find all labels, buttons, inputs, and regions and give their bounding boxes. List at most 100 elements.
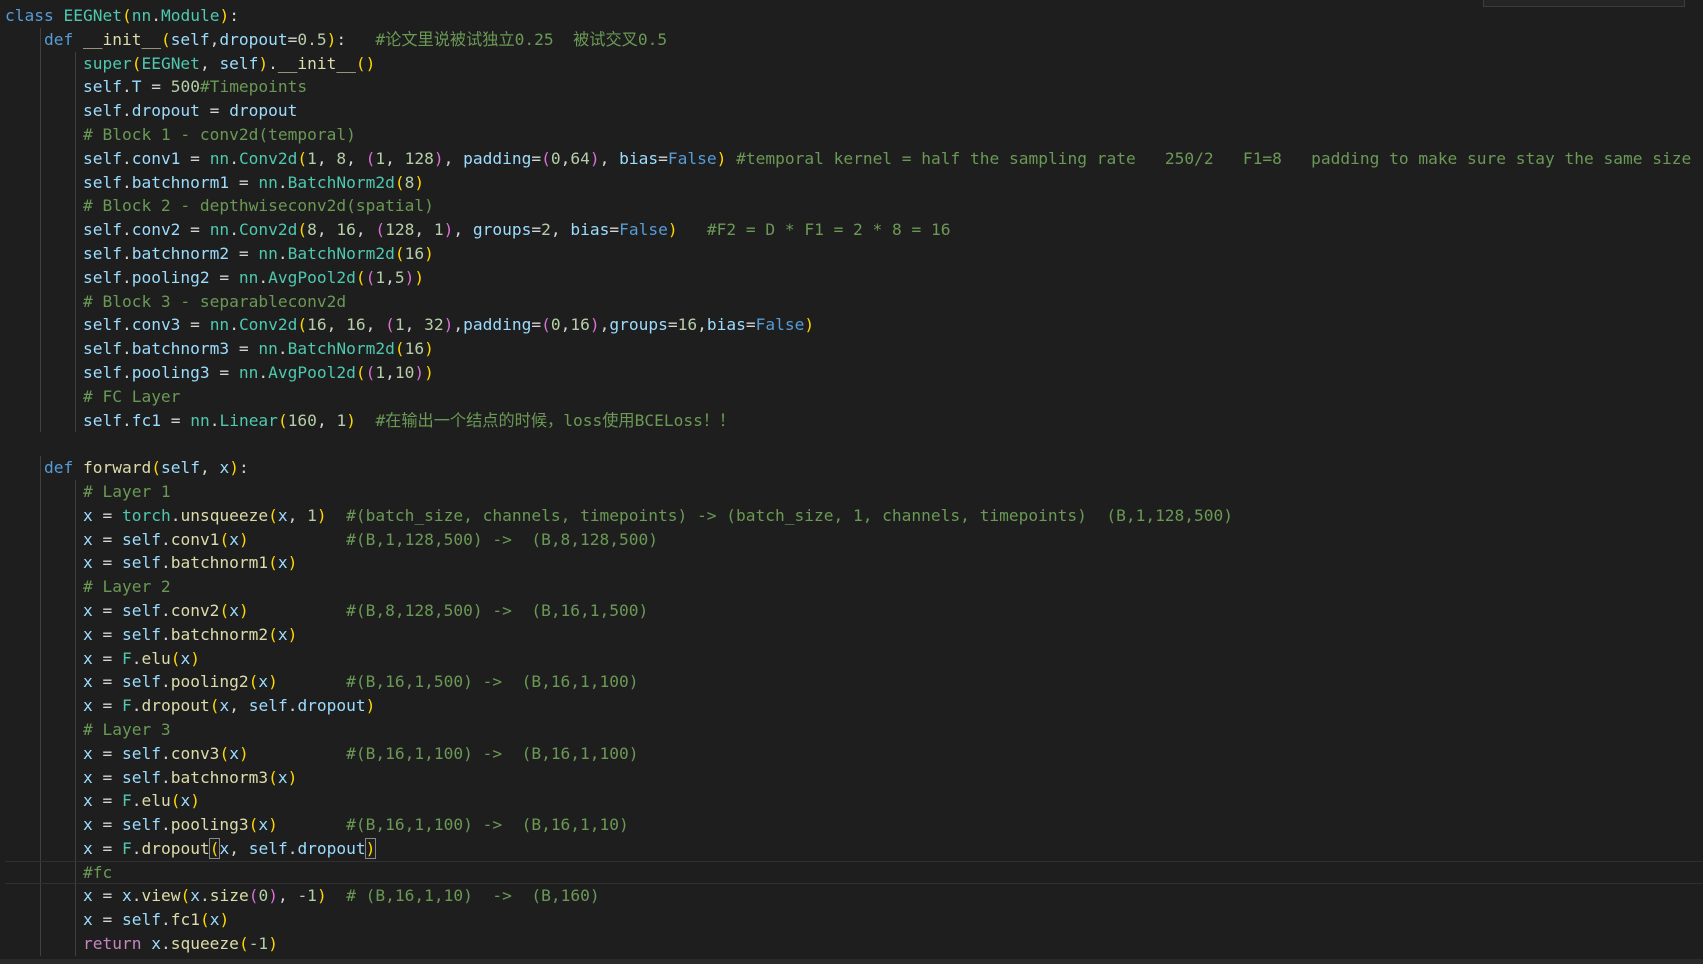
code-token: (: [121, 6, 132, 25]
code-line[interactable]: self.batchnorm1 = nn.BatchNorm2d(8): [5, 170, 1703, 195]
code-line[interactable]: # Layer 3: [5, 717, 1703, 742]
code-token: .: [229, 148, 239, 168]
code-token: ): [443, 315, 454, 335]
code-line[interactable]: # Block 2 - depthwiseconv2d(spatial): [5, 194, 1703, 219]
code-line[interactable]: x = self.conv3(x) #(B,16,1,100) -> (B,16…: [5, 741, 1703, 766]
code-token: =: [92, 624, 122, 644]
code-token: ,: [560, 315, 571, 335]
code-line[interactable]: # FC Layer: [5, 384, 1703, 409]
code-line[interactable]: self.batchnorm2 = nn.BatchNorm2d(16): [5, 241, 1703, 266]
code-line[interactable]: self.conv2 = nn.Conv2d(8, 16, (128, 1), …: [5, 218, 1703, 242]
code-line[interactable]: self.conv1 = nn.Conv2d(1, 8, (1, 128), p…: [5, 146, 1703, 171]
code-token: dropout: [141, 696, 210, 716]
code-token: :: [238, 458, 249, 478]
code-token: x: [277, 624, 288, 644]
code-token: self: [82, 220, 122, 240]
code-token: #(B,16,1,100) -> (B,16,1,100): [346, 743, 639, 763]
code-token: dropout: [229, 101, 298, 121]
code-line[interactable]: x = F.dropout(x, self.dropout): [5, 694, 1703, 718]
code-token: bias: [619, 148, 659, 168]
code-line[interactable]: x = self.batchnorm1(x): [5, 551, 1703, 576]
code-line[interactable]: x = self.fc1(x): [5, 908, 1703, 933]
code-token: 16: [307, 315, 327, 335]
code-line[interactable]: self.dropout = dropout: [5, 99, 1703, 123]
code-editor[interactable]: class EEGNet(nn.Module): def __init__(se…: [0, 0, 1703, 964]
code-token: ,: [326, 315, 347, 335]
code-token: bias: [706, 315, 746, 335]
indent-guide: [39, 194, 41, 219]
code-token: x: [82, 529, 93, 549]
code-token: 1: [307, 505, 317, 525]
code-lines[interactable]: class EEGNet(nn.Module): def __init__(se…: [5, 4, 1703, 956]
code-token: =: [667, 315, 678, 335]
code-token: conv1: [131, 148, 181, 168]
code-line[interactable]: def __init__(self,dropout=0.5): #论文里说被试独…: [5, 27, 1703, 52]
code-line[interactable]: self.T = 500#Timepoints: [5, 75, 1703, 100]
code-token: (: [268, 553, 278, 573]
code-token: =: [92, 886, 122, 906]
indent-guide: [75, 551, 77, 576]
code-token: x: [82, 886, 93, 906]
code-token: 0: [550, 148, 561, 168]
code-token: (: [277, 410, 288, 430]
code-token: x: [82, 505, 93, 525]
indent-guide: [39, 741, 41, 766]
code-token: nn: [131, 6, 152, 25]
code-line[interactable]: x = self.batchnorm2(x): [5, 622, 1703, 647]
code-line[interactable]: x = F.elu(x): [5, 789, 1703, 814]
code-line[interactable]: self.pooling2 = nn.AvgPool2d((1,5)): [5, 265, 1703, 290]
code-line[interactable]: x = torch.unsqueeze(x, 1) #(batch_size, …: [5, 503, 1703, 528]
code-token: ,: [385, 148, 405, 168]
code-token: =: [658, 148, 668, 168]
code-line[interactable]: self.pooling3 = nn.AvgPool2d((1,10)): [5, 360, 1703, 385]
code-line[interactable]: x = x.view(x.size(0), -1) # (B,16,1,10) …: [5, 884, 1703, 909]
code-token: =: [229, 339, 259, 359]
code-token: 500: [170, 77, 200, 97]
code-token: self: [82, 362, 122, 382]
code-token: ): [268, 934, 278, 954]
code-line[interactable]: x = F.dropout(x, self.dropout): [5, 836, 1703, 861]
code-token: ,: [560, 148, 571, 168]
indent-guide: [39, 99, 41, 123]
code-line[interactable]: # Layer 2: [5, 575, 1703, 599]
horizontal-scrollbar[interactable]: [0, 959, 1703, 964]
code-token: =: [92, 696, 122, 716]
code-token: =: [141, 77, 171, 97]
indent-guide: [75, 598, 77, 623]
code-line[interactable]: super(EEGNet, self).__init__(): [5, 51, 1703, 76]
code-token: 16: [404, 339, 425, 359]
code-line[interactable]: # Block 1 - conv2d(temporal): [5, 122, 1703, 147]
code-token: x: [277, 505, 288, 525]
code-line[interactable]: return x.squeeze(-1): [5, 932, 1703, 956]
code-line[interactable]: self.conv3 = nn.Conv2d(16, 16, (1, 32),p…: [5, 313, 1703, 338]
indent-guide: [75, 337, 77, 361]
code-token: =: [92, 815, 122, 835]
code-token: (: [394, 339, 405, 359]
code-line[interactable]: x = self.batchnorm3(x): [5, 765, 1703, 790]
code-line[interactable]: class EEGNet(nn.Module):: [5, 4, 1703, 28]
code-token: 0: [258, 886, 269, 906]
code-line[interactable]: self.fc1 = nn.Linear(160, 1) #在输出一个结点的时候…: [5, 408, 1703, 433]
code-line[interactable]: # Block 3 - separableconv2d: [5, 289, 1703, 314]
code-token: Linear: [219, 410, 278, 430]
code-line[interactable]: x = self.pooling2(x) #(B,16,1,500) -> (B…: [5, 670, 1703, 695]
code-line[interactable]: x = self.pooling3(x) #(B,16,1,100) -> (B…: [5, 813, 1703, 837]
code-line[interactable]: [5, 432, 1703, 456]
code-line[interactable]: #fc: [5, 860, 1703, 885]
code-token: # (B,16,1,10) -> (B,160): [346, 886, 600, 906]
code-token: forward: [82, 458, 152, 478]
code-token: nn: [238, 362, 259, 382]
code-line[interactable]: x = self.conv2(x) #(B,8,128,500) -> (B,1…: [5, 598, 1703, 623]
code-token: #在输出一个结点的时候，loss使用BCELoss！！: [375, 410, 736, 430]
indent-guide: [75, 218, 77, 242]
code-line[interactable]: x = F.elu(x): [5, 646, 1703, 671]
code-line[interactable]: def forward(self, x):: [5, 456, 1703, 480]
code-line[interactable]: # Layer 1: [5, 479, 1703, 504]
code-line[interactable]: x = self.conv1(x) #(B,1,128,500) -> (B,8…: [5, 527, 1703, 552]
code-token: .: [121, 220, 132, 240]
code-line[interactable]: self.batchnorm3 = nn.BatchNorm2d(16): [5, 337, 1703, 361]
